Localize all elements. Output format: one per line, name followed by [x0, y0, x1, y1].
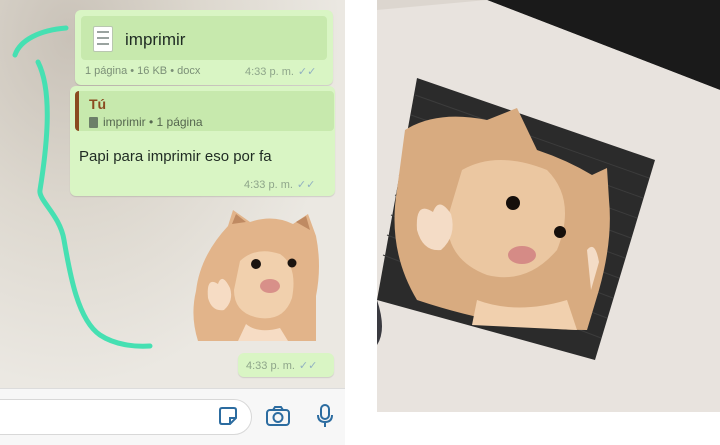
read-ticks-icon: ✓✓: [298, 360, 318, 372]
reply-message[interactable]: Tú imprimir • 1 página Papi para imprimi…: [70, 86, 335, 196]
message-time: 4:33 p. m. ✓✓: [244, 179, 316, 191]
message-text: Papi para imprimir eso por fa: [79, 148, 272, 165]
document-icon: [93, 26, 113, 52]
read-ticks-icon: ✓✓: [297, 66, 317, 78]
message-time: 4:33 p. m. ✓✓: [245, 66, 317, 78]
photo-margin: [345, 412, 720, 445]
camera-icon[interactable]: [263, 401, 293, 431]
document-meta: 1 página • 16 KB • docx: [85, 65, 201, 77]
microphone-icon[interactable]: [310, 401, 340, 431]
printed-photo: [377, 0, 720, 412]
printed-hamster-photo: [377, 0, 720, 412]
document-preview[interactable]: imprimir: [81, 16, 327, 60]
document-name: imprimir: [125, 30, 186, 49]
sticker-time-bubble: 4:33 p. m. ✓✓: [238, 353, 334, 377]
chat-screen: imprimir 1 página • 16 KB • docx 4:33 p.…: [0, 0, 345, 445]
message-time: 4:33 p. m. ✓✓: [246, 360, 318, 372]
quote-text: imprimir • 1 página: [103, 115, 203, 129]
document-message[interactable]: imprimir 1 página • 16 KB • docx 4:33 p.…: [75, 10, 333, 85]
sticker-icon[interactable]: [213, 401, 243, 431]
read-ticks-icon: ✓✓: [296, 179, 316, 191]
document-icon: [89, 117, 98, 128]
quote-author: Tú: [89, 96, 107, 112]
hamster-sticker[interactable]: [188, 206, 323, 346]
message-input-bar: [0, 388, 345, 445]
quoted-message[interactable]: Tú imprimir • 1 página: [75, 91, 334, 131]
